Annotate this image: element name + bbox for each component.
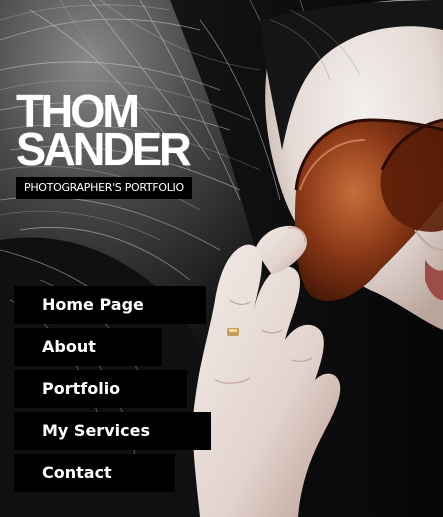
portfolio-page: THOM SANDER PHOTOGRAPHER'S PORTFOLIO Hom… [0,0,443,517]
nav-item-my-services[interactable]: My Services [14,412,211,450]
site-tagline: PHOTOGRAPHER'S PORTFOLIO [16,177,192,199]
nav-item-portfolio[interactable]: Portfolio [14,370,187,408]
nav-item-contact[interactable]: Contact [14,454,175,492]
main-nav: Home Page About Portfolio My Services Co… [14,286,211,496]
nav-item-about[interactable]: About [14,328,162,366]
logo-line-last-name: SANDER [16,123,192,175]
site-logo[interactable]: THOM SANDER [16,88,216,175]
nav-item-home-page[interactable]: Home Page [14,286,206,324]
